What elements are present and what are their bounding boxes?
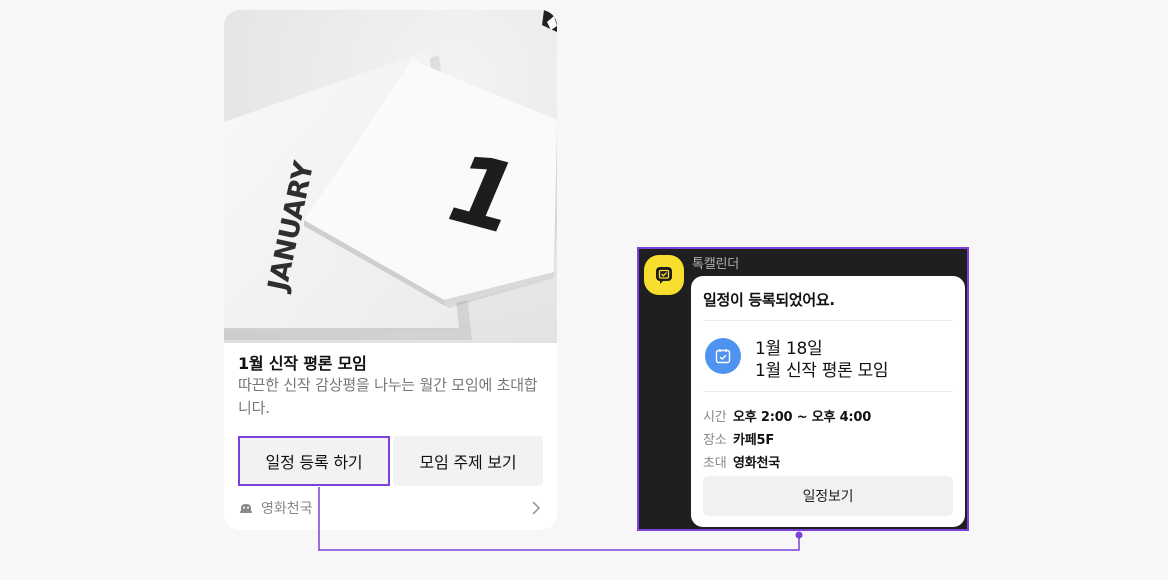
event-details: 시간 오후 2:00 ~ 오후 4:00 장소 카페5F 초대 영화천국 — [703, 404, 953, 473]
detail-label: 시간 — [703, 410, 727, 425]
notification-heading: 일정이 등록되었어요. — [703, 291, 835, 309]
detail-label: 장소 — [703, 433, 727, 448]
calendar-photo: JANUARY 1 — [224, 10, 557, 340]
view-schedule-button[interactable]: 일정보기 — [703, 476, 953, 516]
channel-profile-icon — [238, 500, 254, 516]
talk-calendar-icon[interactable] — [644, 255, 684, 295]
connector-line — [318, 487, 803, 551]
divider — [703, 320, 953, 321]
card-description: 따끈한 신작 감상평을 나누는 월간 모임에 초대합니다. — [238, 376, 538, 417]
view-topic-button[interactable]: 모임 주제 보기 — [393, 436, 543, 486]
message-card: JANUARY 1 1월 신작 평론 모임 따끈한 신작 감상평을 나누는 월간… — [224, 10, 557, 530]
notification-bubble: 일정이 등록되었어요. 1월 18일 1월 신작 평론 모임 시간 오후 2:0… — [691, 276, 965, 527]
card-image[interactable]: JANUARY 1 — [224, 10, 557, 343]
channel-footer[interactable]: 영화천국 — [238, 497, 543, 519]
detail-value: 오후 2:00 ~ 오후 4:00 — [733, 410, 872, 425]
chevron-right-icon[interactable] — [529, 500, 543, 516]
chat-preview: 톡캘린더 일정이 등록되었어요. 1월 18일 1월 신작 평론 모임 시간 오… — [637, 247, 969, 531]
event-name: 1월 신작 평론 모임 — [755, 361, 889, 381]
register-schedule-button[interactable]: 일정 등록 하기 — [238, 436, 390, 486]
sender-name: 톡캘린더 — [692, 257, 740, 272]
channel-name: 영화천국 — [261, 501, 313, 517]
event-summary: 1월 18일 1월 신작 평론 모임 — [703, 332, 953, 384]
divider — [703, 391, 953, 392]
detail-row-place: 장소 카페5F — [703, 427, 953, 450]
detail-value: 카페5F — [733, 433, 775, 448]
detail-row-invite: 초대 영화천국 — [703, 450, 953, 473]
detail-value: 영화천국 — [733, 456, 781, 471]
calendar-check-icon — [705, 338, 741, 374]
detail-row-time: 시간 오후 2:00 ~ 오후 4:00 — [703, 404, 953, 427]
card-title: 1월 신작 평론 모임 — [238, 354, 367, 373]
card-button-row: 일정 등록 하기 모임 주제 보기 — [238, 436, 543, 486]
detail-label: 초대 — [703, 456, 727, 471]
